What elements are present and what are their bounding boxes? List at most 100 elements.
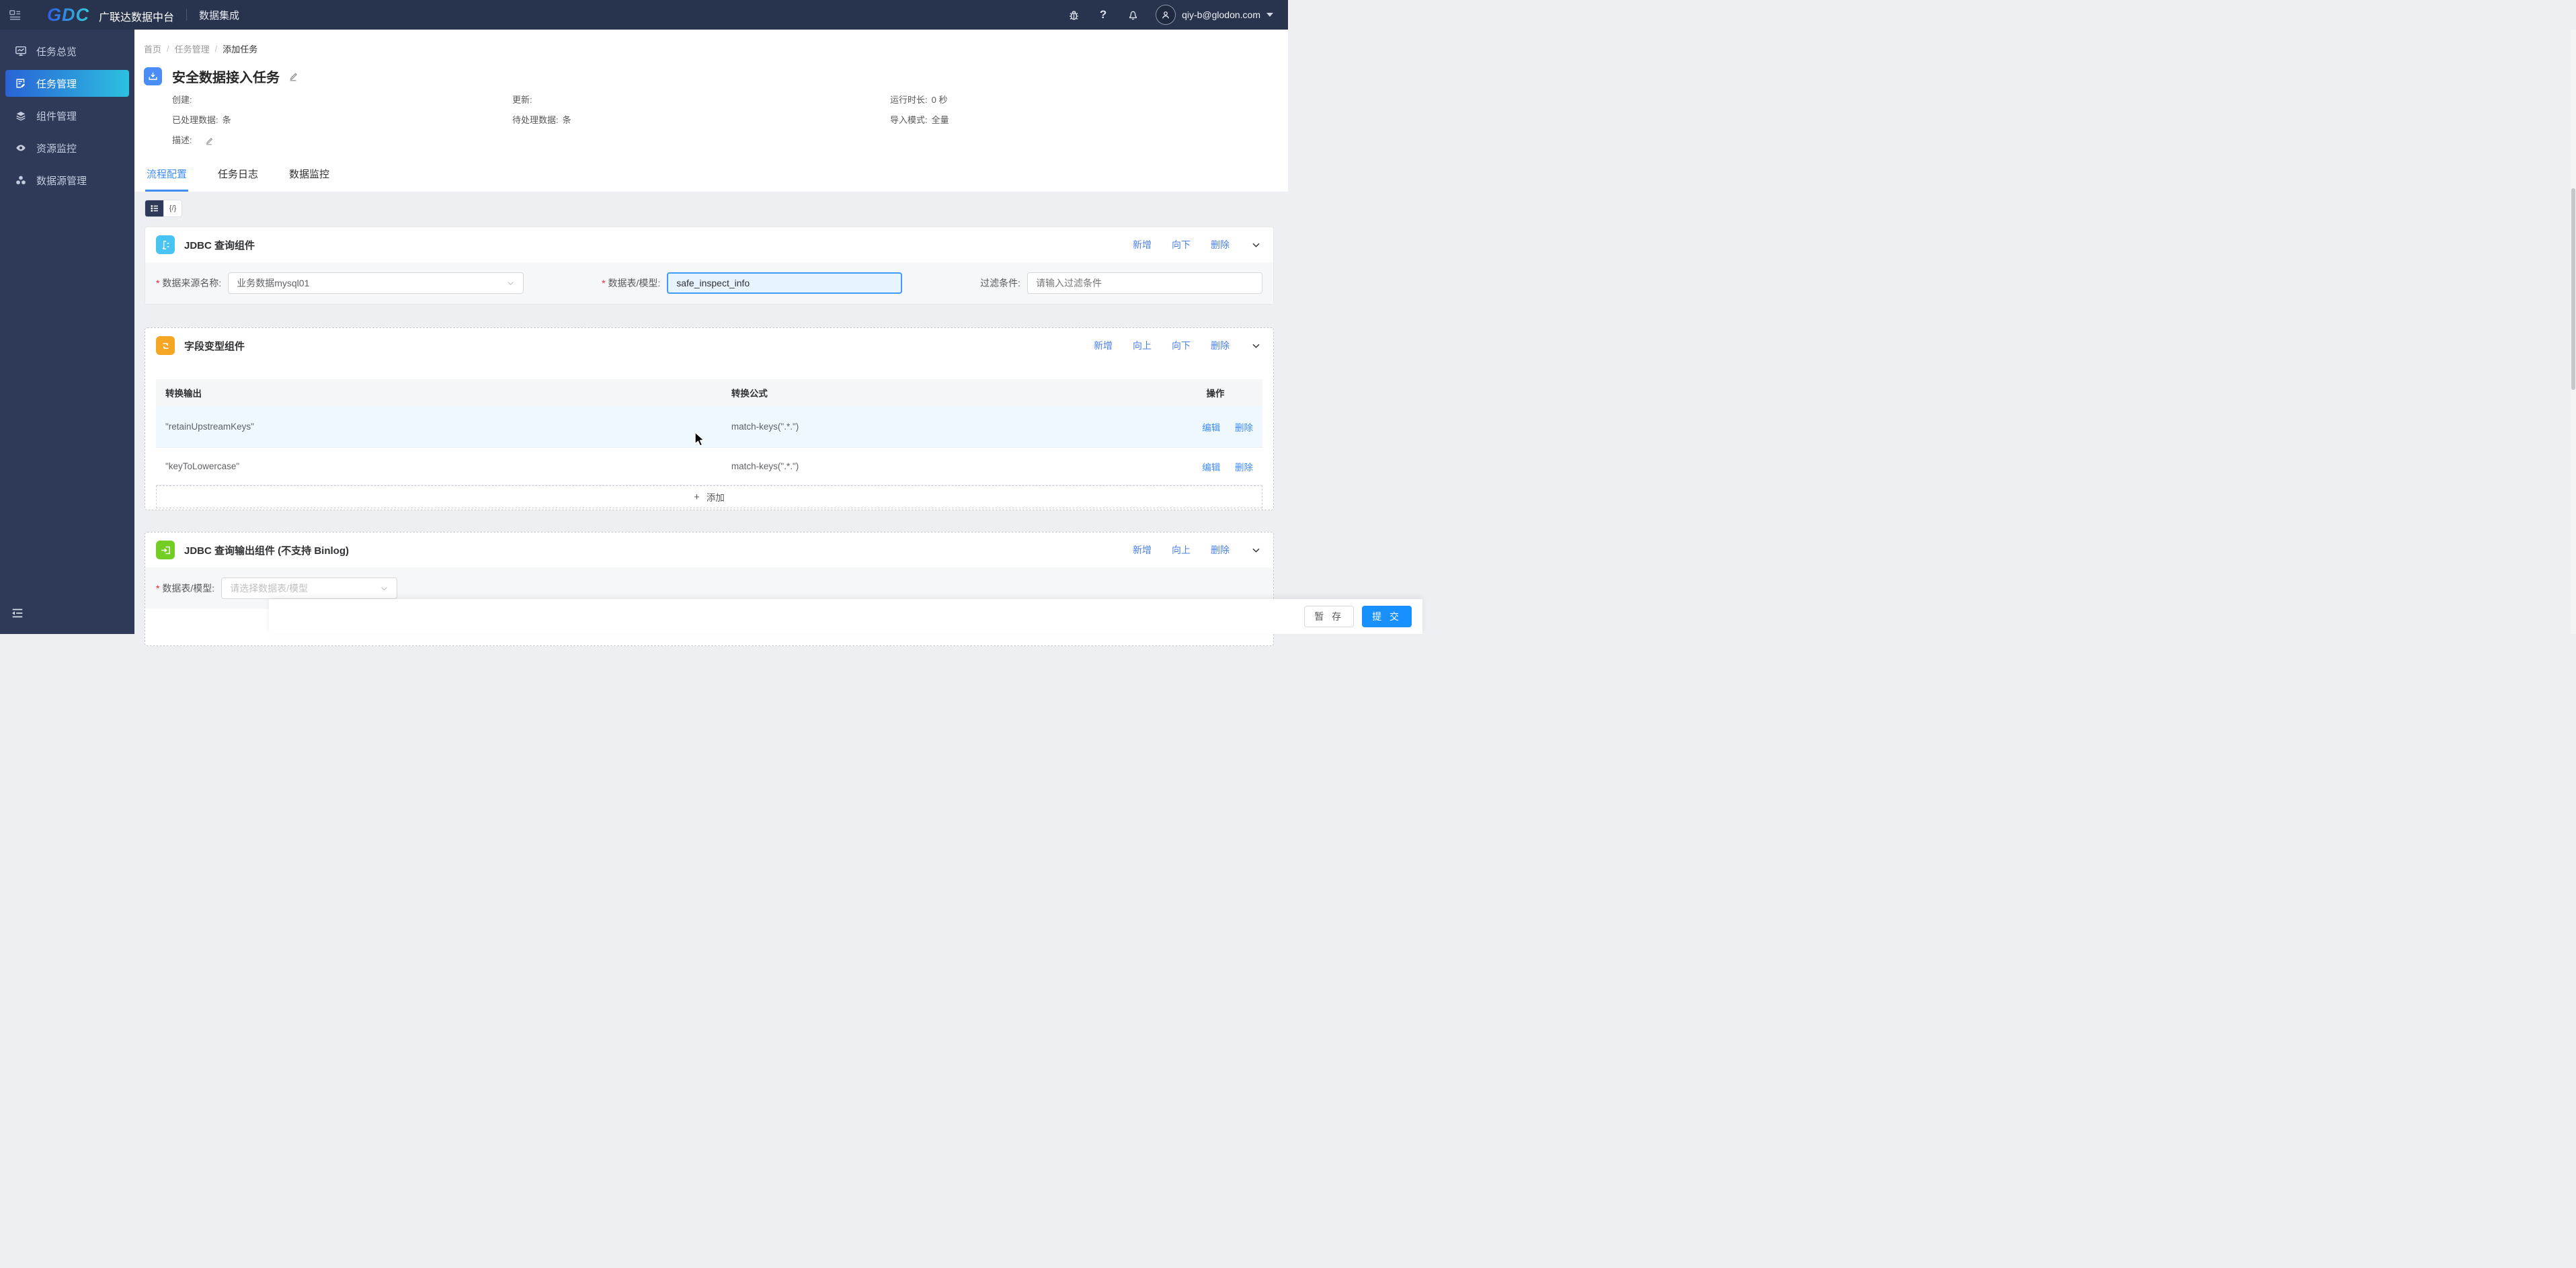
collapse-card-icon[interactable]	[1251, 545, 1261, 555]
brand: GDC 广联达数据中台	[47, 5, 174, 26]
import-mode-label: 导入模式:	[890, 110, 928, 130]
table-model-input-wrap	[667, 272, 902, 294]
pending-value: 条	[563, 110, 571, 130]
tab-task-log[interactable]: 任务日志	[216, 161, 259, 192]
submit-button[interactable]: 提 交	[1362, 606, 1412, 627]
data-cluster-icon	[15, 174, 27, 186]
page-title: 安全数据接入任务	[172, 67, 280, 86]
processed-value: 条	[223, 110, 231, 130]
runtime-label: 运行时长:	[890, 90, 928, 110]
pending-label: 待处理数据:	[512, 110, 559, 130]
sidebar-item-task-management[interactable]: 任务管理	[5, 70, 129, 97]
module-name: 数据集成	[199, 8, 239, 22]
tabs: 流程配置 任务日志 数据监控	[144, 161, 1277, 192]
chevron-down-icon	[1266, 13, 1273, 17]
output-table-model-select[interactable]: 请选择数据表/模型	[221, 578, 397, 599]
move-up-link[interactable]: 向上	[1172, 543, 1191, 557]
card-title: 字段变型组件	[184, 339, 245, 353]
notifications-bell-icon[interactable]	[1126, 8, 1139, 22]
sidebar-item-label: 组件管理	[36, 109, 77, 123]
sidebar-item-label: 任务管理	[36, 77, 77, 91]
vertical-scrollbar[interactable]	[2571, 30, 2576, 634]
sidebar-item-component-management[interactable]: 组件管理	[5, 102, 129, 129]
filter-label: 过滤条件:	[980, 276, 1020, 290]
table-row[interactable]: "keyToLowercase" match-keys(".*.") 编辑 删除	[156, 448, 1262, 485]
output-table-model-label: 数据表/模型:	[156, 582, 214, 595]
filter-input-wrap	[1027, 272, 1262, 294]
formula-cell: match-keys(".*.")	[731, 461, 1168, 471]
card-field-transform: 字段变型组件 新增 向上 向下 删除 转换输出 转换公式	[145, 327, 1274, 510]
layers-icon	[15, 110, 27, 122]
help-icon[interactable]: ?	[1096, 8, 1110, 22]
collapse-sidebar-icon[interactable]	[11, 606, 24, 623]
code-view-button[interactable]: {/}	[163, 200, 182, 216]
tab-flow-config[interactable]: 流程配置	[145, 161, 188, 192]
brand-title: 广联达数据中台	[99, 8, 174, 24]
save-draft-button[interactable]: 暂 存	[1304, 606, 1354, 627]
list-view-button[interactable]	[145, 200, 163, 216]
col-header-formula: 转换公式	[731, 386, 1168, 399]
collapse-card-icon[interactable]	[1251, 341, 1261, 351]
bug-icon[interactable]	[1067, 8, 1080, 22]
card-title: JDBC 查询输出组件 (不支持 Binlog)	[184, 543, 349, 557]
view-toggle: {/}	[145, 200, 182, 217]
user-menu[interactable]: qiy-b@glodon.com	[1156, 5, 1273, 25]
card-jdbc-query: JDBC 查询组件 新增 向下 删除 数据来源名称: 业务数据my	[145, 227, 1274, 305]
sidebar-item-label: 任务总览	[36, 44, 77, 58]
sidebar-item-datasource-management[interactable]: 数据源管理	[5, 167, 129, 194]
delete-component-link[interactable]: 删除	[1211, 339, 1230, 352]
processed-label: 已处理数据:	[172, 110, 218, 130]
filter-input[interactable]	[1036, 278, 1254, 288]
breadcrumb: 首页 / 任务管理 / 添加任务	[144, 42, 1277, 55]
created-label: 创建:	[172, 90, 192, 110]
add-component-link[interactable]: 新增	[1094, 339, 1113, 352]
add-component-link[interactable]: 新增	[1133, 238, 1152, 251]
page-header: 首页 / 任务管理 / 添加任务 安全数据接入任务 创建: 更新:	[134, 30, 1288, 192]
table-model-input[interactable]	[676, 278, 893, 288]
breadcrumb-current: 添加任务	[223, 42, 257, 55]
delete-row-link[interactable]: 删除	[1235, 423, 1253, 433]
table-row[interactable]: "retainUpstreamKeys" match-keys(".*.") 编…	[156, 406, 1262, 448]
delete-component-link[interactable]: 删除	[1211, 238, 1230, 251]
breadcrumb-task-management[interactable]: 任务管理	[175, 42, 210, 55]
breadcrumb-home[interactable]: 首页	[144, 42, 161, 55]
task-import-icon	[144, 67, 162, 85]
sidebar-item-task-overview[interactable]: 任务总览	[5, 38, 129, 65]
edit-row-link[interactable]: 编辑	[1202, 463, 1220, 473]
formula-cell: match-keys(".*.")	[731, 422, 1168, 432]
runtime-value: 0 秒	[932, 90, 948, 110]
output-cell: "keyToLowercase"	[156, 461, 731, 471]
tab-data-monitor[interactable]: 数据监控	[288, 161, 331, 192]
move-down-link[interactable]: 向下	[1172, 238, 1191, 251]
description-label: 描述:	[172, 130, 192, 151]
collapse-card-icon[interactable]	[1251, 240, 1261, 250]
jdbc-query-component-icon	[156, 235, 175, 254]
delete-row-link[interactable]: 删除	[1235, 463, 1253, 473]
eye-icon	[15, 142, 27, 154]
output-cell: "retainUpstreamKeys"	[156, 422, 731, 432]
sidebar-item-resource-monitor[interactable]: 资源监控	[5, 134, 129, 161]
updated-label: 更新:	[512, 90, 532, 110]
chevron-down-icon	[506, 279, 515, 288]
move-up-link[interactable]: 向上	[1133, 339, 1152, 352]
jdbc-output-component-icon	[156, 541, 175, 559]
scrollbar-thumb[interactable]	[2571, 188, 2575, 390]
layout-panel-icon[interactable]	[0, 9, 30, 22]
move-down-link[interactable]: 向下	[1172, 339, 1191, 352]
import-mode-value: 全量	[932, 110, 949, 130]
edit-row-link[interactable]: 编辑	[1202, 423, 1220, 433]
delete-component-link[interactable]: 删除	[1211, 543, 1230, 557]
add-component-link[interactable]: 新增	[1133, 543, 1152, 557]
edit-description-icon[interactable]	[204, 136, 214, 145]
document-edit-icon	[15, 77, 27, 89]
datasource-select[interactable]: 业务数据mysql01	[228, 272, 524, 294]
edit-title-icon[interactable]	[288, 71, 298, 81]
sidebar: 任务总览 任务管理 组件管理	[0, 30, 134, 634]
field-transform-component-icon	[156, 336, 175, 355]
task-meta: 创建: 更新: 运行时长: 0 秒 已处理数据: 条 待处理数据: 条 导入模式…	[172, 90, 1277, 151]
sidebar-item-label: 资源监控	[36, 141, 77, 155]
add-transform-row-button[interactable]: 添加	[156, 485, 1262, 508]
sidebar-item-label: 数据源管理	[36, 173, 87, 188]
table-model-label: 数据表/模型:	[602, 276, 660, 290]
table-header-row: 转换输出 转换公式 操作	[156, 379, 1262, 406]
